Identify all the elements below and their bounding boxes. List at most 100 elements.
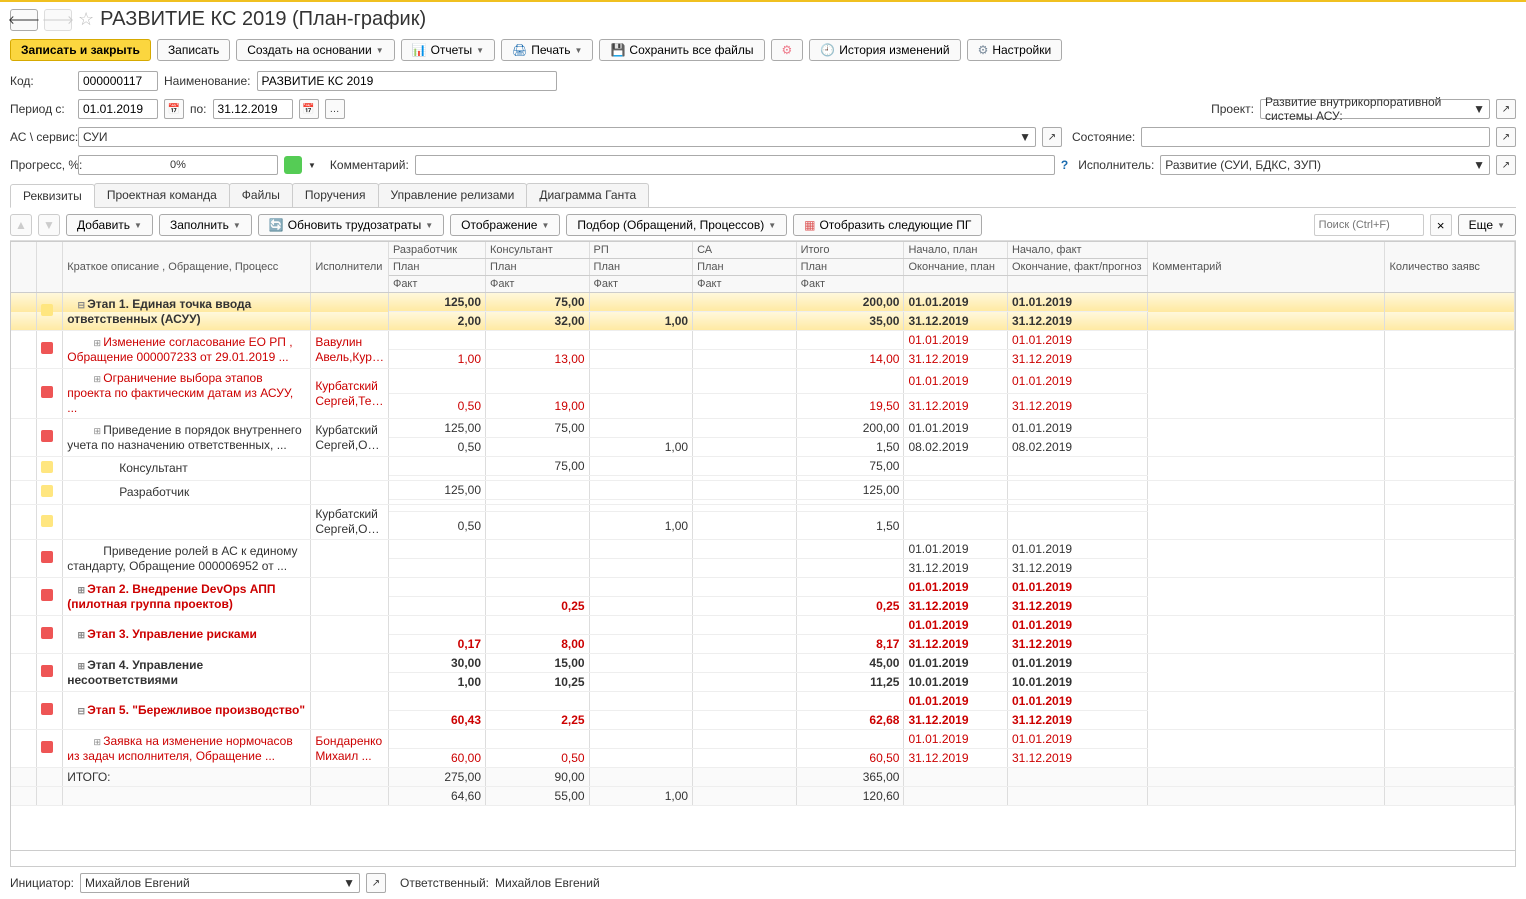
project-open-button[interactable]: ↗ (1496, 99, 1516, 119)
initiator-open-button[interactable]: ↗ (366, 873, 386, 893)
period-from-calendar-button[interactable]: 📅 (164, 99, 184, 119)
show-next-pg-button[interactable]: ▦Отобразить следующие ПГ (793, 214, 982, 236)
grid-search-input[interactable] (1314, 214, 1424, 236)
comment-field[interactable] (415, 155, 1055, 175)
nav-back-button[interactable]: 🡐 (10, 9, 38, 31)
col-qty[interactable]: Количество заявс (1385, 242, 1515, 293)
project-label: Проект: (1211, 102, 1254, 116)
add-button[interactable]: Добавить▼ (66, 214, 153, 236)
col-total[interactable]: Итого (796, 242, 904, 259)
initiator-dropdown[interactable]: Михайлов Евгений▼ (80, 873, 360, 893)
col-executors[interactable]: Исполнители (311, 242, 389, 293)
project-dropdown[interactable]: Развитие внутрикорпоративной системы АСУ… (1260, 99, 1490, 119)
period-to-calendar-button[interactable]: 📅 (299, 99, 319, 119)
tree-toggle-icon[interactable]: ⊞ (91, 426, 103, 437)
tab-project-team[interactable]: Проектная команда (94, 183, 230, 207)
col-cons[interactable]: Консультант (486, 242, 590, 259)
tab-release-mgmt[interactable]: Управление релизами (378, 183, 528, 207)
state-open-button[interactable]: ↗ (1496, 127, 1516, 147)
display-button[interactable]: Отображение▼ (450, 214, 560, 236)
table-row[interactable]: ⊞Этап 3. Управление рисками01.01.201901.… (11, 616, 1515, 635)
main-toolbar: Записать и закрыть Записать Создать на о… (10, 37, 1516, 69)
create-based-on-button[interactable]: Создать на основании▼ (236, 39, 394, 61)
table-row[interactable]: ⊟Этап 1. Единая точка ввода ответственны… (11, 293, 1515, 312)
report-icon: 📊 (412, 43, 427, 57)
save-all-files-button[interactable]: 💾Сохранить все файлы (599, 39, 764, 61)
state-field[interactable] (1141, 127, 1490, 147)
tree-toggle-icon[interactable]: ⊞ (91, 374, 103, 385)
grid: Краткое описание , Обращение, Процесс Ис… (10, 241, 1516, 867)
row-executors (311, 616, 389, 654)
refresh-effort-button[interactable]: 🔄Обновить трудозатраты▼ (258, 214, 444, 236)
table-row[interactable]: ⊞Этап 2. Внедрение DevOps АПП (пилотная … (11, 578, 1515, 597)
history-button[interactable]: 🕘История изменений (809, 39, 960, 61)
reports-button[interactable]: 📊Отчеты▼ (401, 39, 495, 61)
favorite-star-icon[interactable]: ☆ (78, 9, 94, 30)
period-extra-button[interactable]: … (325, 99, 345, 119)
tab-gantt[interactable]: Диаграмма Ганта (526, 183, 649, 207)
grid-body[interactable]: ⊟Этап 1. Единая точка ввода ответственны… (11, 293, 1515, 850)
row-status-icon (41, 461, 53, 473)
col-description[interactable]: Краткое описание , Обращение, Процесс (63, 242, 311, 293)
table-row[interactable]: Разработчик125,00125,00 (11, 481, 1515, 500)
col-start-fact[interactable]: Начало, факт (1007, 242, 1147, 259)
ac-dropdown[interactable]: СУИ▼ (78, 127, 1036, 147)
tree-toggle-icon[interactable]: ⊞ (91, 737, 103, 748)
col-comment[interactable]: Комментарий (1148, 242, 1385, 293)
table-row[interactable]: Приведение ролей в АС к единому стандарт… (11, 540, 1515, 559)
select-button[interactable]: Подбор (Обращений, Процессов)▼ (566, 214, 787, 236)
tree-toggle-icon[interactable]: ⊞ (75, 585, 87, 596)
table-row[interactable]: ⊟Этап 5. "Бережливое производство"01.01.… (11, 692, 1515, 711)
print-button[interactable]: 🖨Печать▼ (501, 39, 593, 61)
col-end-plan[interactable]: Окончание, план (904, 259, 1008, 276)
table-row[interactable]: Консультант75,0075,00 (11, 457, 1515, 476)
tree-toggle-icon[interactable]: ⊞ (75, 661, 87, 672)
col-rp[interactable]: РП (589, 242, 693, 259)
row-description: Этап 5. "Бережливое производство" (87, 703, 305, 717)
status-indicator[interactable] (284, 156, 302, 174)
move-up-button[interactable]: ▲ (10, 214, 32, 236)
table-row[interactable]: ⊞Приведение в порядок внутреннего учета … (11, 419, 1515, 438)
comment-label: Комментарий: (330, 158, 409, 172)
executor-dropdown[interactable]: Развитие (СУИ, БДКС, ЗУП)▼ (1160, 155, 1490, 175)
help-icon[interactable]: ? (1061, 158, 1068, 172)
tree-toggle-icon[interactable]: ⊞ (75, 630, 87, 641)
tree-toggle-icon[interactable]: ⊟ (75, 300, 87, 311)
window-title: РАЗВИТИЕ КС 2019 (План-график) (100, 8, 426, 31)
tab-files[interactable]: Файлы (229, 183, 293, 207)
row-status-icon (41, 703, 53, 715)
ac-open-button[interactable]: ↗ (1042, 127, 1062, 147)
tree-toggle-icon[interactable]: ⊟ (75, 706, 87, 717)
table-row[interactable]: ⊞Ограничение выбора этапов проекта по фа… (11, 369, 1515, 394)
period-from-field[interactable] (78, 99, 158, 119)
nav-forward-button[interactable]: 🡒 (44, 9, 72, 31)
row-executors: Бондаренко Михаил ... (311, 730, 389, 768)
tree-toggle-icon[interactable]: ⊞ (91, 338, 103, 349)
fill-button[interactable]: Заполнить▼ (159, 214, 252, 236)
save-button[interactable]: Записать (157, 39, 230, 61)
col-end-fact[interactable]: Окончание, факт/прогноз (1007, 259, 1147, 276)
col-dev[interactable]: Разработчик (388, 242, 485, 259)
move-down-button[interactable]: ▼ (38, 214, 60, 236)
grid-search-clear-button[interactable]: × (1430, 214, 1452, 236)
more-button[interactable]: Еще▼ (1458, 214, 1516, 236)
save-and-close-button[interactable]: Записать и закрыть (10, 39, 151, 61)
table-row[interactable]: Курбатский Сергей,Орло (11, 505, 1515, 512)
table-row[interactable]: ⊞Заявка на изменение нормочасов из задач… (11, 730, 1515, 749)
period-to-label: по: (190, 102, 207, 116)
period-to-field[interactable] (213, 99, 293, 119)
col-sa[interactable]: СА (693, 242, 797, 259)
code-field[interactable] (78, 71, 158, 91)
executor-open-button[interactable]: ↗ (1496, 155, 1516, 175)
grid-horizontal-scrollbar[interactable] (11, 850, 1515, 866)
row-status-icon (41, 551, 53, 563)
settings-button[interactable]: ⚙Настройки (967, 39, 1063, 61)
tab-tasks[interactable]: Поручения (292, 183, 379, 207)
name-field[interactable] (257, 71, 557, 91)
table-row[interactable]: ⊞Этап 4. Управление несоответствиями30,0… (11, 654, 1515, 673)
row-executors (311, 481, 389, 505)
tree-button[interactable]: ⚙ (771, 39, 804, 61)
tab-requisites[interactable]: Реквизиты (10, 184, 95, 208)
table-row[interactable]: ⊞Изменение согласование ЕО РП , Обращени… (11, 331, 1515, 350)
col-start-plan[interactable]: Начало, план (904, 242, 1008, 259)
